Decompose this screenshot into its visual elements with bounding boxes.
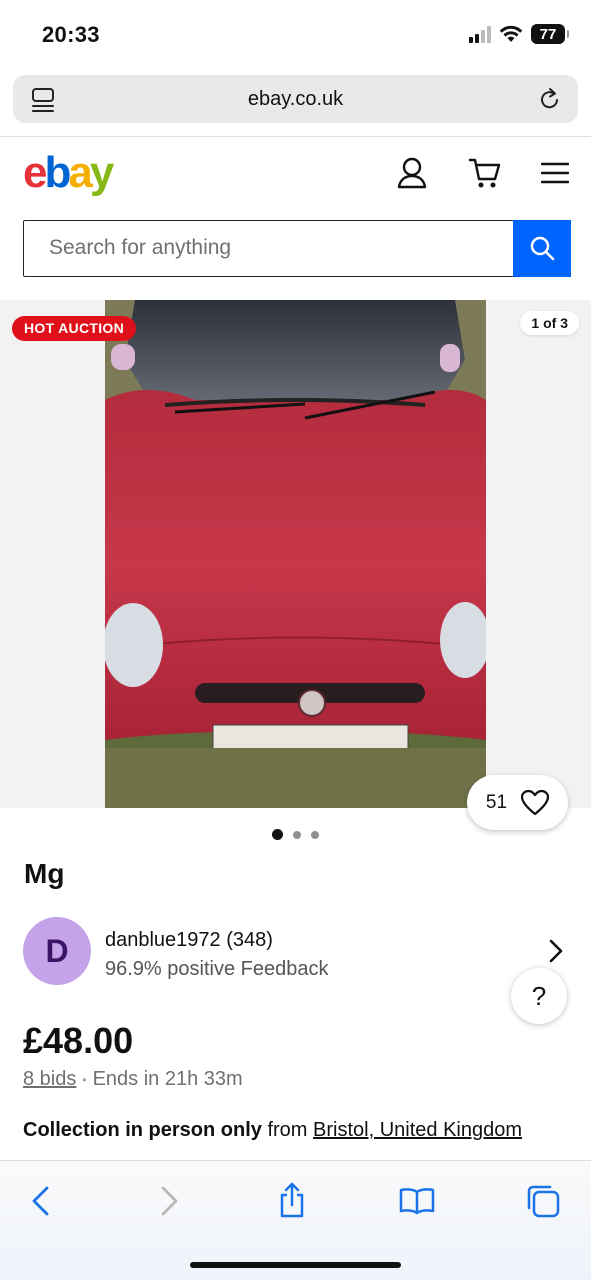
bids-line: 8 bids • Ends in 21h 33m <box>23 1068 243 1091</box>
listing-title: Mg <box>24 858 65 889</box>
watch-count: 51 <box>485 791 508 813</box>
forward-icon[interactable] <box>158 1185 180 1217</box>
collection-info: Collection in person only from Bristol, … <box>23 1119 522 1142</box>
tabs-icon[interactable] <box>525 1183 561 1219</box>
image-gallery[interactable] <box>0 300 591 808</box>
signal-icon <box>469 25 491 43</box>
status-time: 20:33 <box>42 22 100 47</box>
battery-indicator: 77 <box>531 24 569 44</box>
url-text[interactable]: ebay.co.uk <box>13 88 578 111</box>
search-button[interactable] <box>512 219 571 277</box>
url-bar[interactable]: ebay.co.uk <box>13 75 578 123</box>
wifi-icon <box>499 25 523 42</box>
watch-button[interactable]: 51 <box>467 775 568 830</box>
share-icon[interactable] <box>277 1181 307 1219</box>
image-counter: 1 of 3 <box>520 311 579 335</box>
status-icons: 77 <box>469 24 569 44</box>
user-icon[interactable] <box>396 156 428 190</box>
seller-feedback: 96.9% positive Feedback <box>105 958 329 980</box>
carousel-dot[interactable] <box>311 830 319 839</box>
cart-icon[interactable] <box>468 156 502 190</box>
chevron-right-icon[interactable] <box>548 938 564 964</box>
bids-link[interactable]: 8 bids <box>23 1068 76 1091</box>
divider <box>0 136 591 137</box>
home-indicator <box>190 1262 401 1268</box>
collection-from: from <box>267 1119 308 1141</box>
help-button[interactable]: ? <box>511 968 567 1024</box>
seller-avatar[interactable]: D <box>23 917 91 985</box>
reload-icon[interactable] <box>538 86 562 112</box>
hot-auction-badge: HOT AUCTION <box>12 316 136 341</box>
auction-end-time: Ends in 21h 33m <box>92 1068 243 1090</box>
search-bar <box>23 219 571 277</box>
current-price: £48.00 <box>23 1020 134 1061</box>
search-input[interactable] <box>24 221 513 275</box>
menu-icon[interactable] <box>541 162 569 184</box>
carousel-dot[interactable] <box>272 829 283 840</box>
listing-photo[interactable] <box>105 300 486 808</box>
heart-icon <box>521 789 550 815</box>
status-bar: 20:33 77 <box>0 0 591 66</box>
carousel-dots <box>0 829 591 840</box>
search-icon <box>530 236 554 261</box>
back-icon[interactable] <box>30 1185 52 1217</box>
seller-name[interactable]: danblue1972 (348) <box>105 929 273 952</box>
ebay-logo[interactable]: ebay <box>23 148 114 198</box>
bookmarks-icon[interactable] <box>398 1187 436 1215</box>
collection-type: Collection in person only <box>23 1119 262 1141</box>
separator-dot: • <box>82 1072 87 1087</box>
collection-location-link[interactable]: Bristol, United Kingdom <box>313 1119 522 1141</box>
carousel-dot[interactable] <box>293 830 301 839</box>
